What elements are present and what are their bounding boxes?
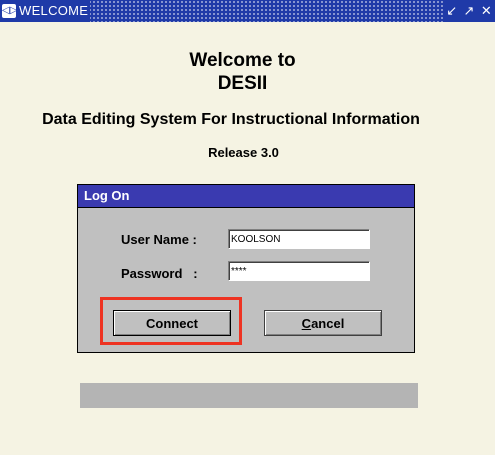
cancel-button[interactable]: Cancel: [264, 310, 382, 336]
logon-dialog-title: Log On: [78, 185, 414, 208]
connect-button[interactable]: Connect: [113, 310, 231, 336]
app-subtitle: Data Editing System For Instructional In…: [42, 111, 420, 128]
close-icon[interactable]: ✕: [479, 3, 493, 19]
status-bar: [80, 383, 418, 408]
welcome-line: Welcome to: [189, 50, 296, 71]
app-icon[interactable]: ◁▷: [2, 4, 17, 18]
username-label: User Name :: [121, 232, 197, 247]
username-input[interactable]: [228, 229, 370, 249]
window-title: WELCOME: [19, 3, 89, 18]
title-bar: ◁▷ WELCOME ↙ ↗ ✕: [0, 0, 495, 22]
minimize-icon[interactable]: ↙: [445, 3, 459, 19]
password-label: Password :: [121, 266, 198, 281]
welcome-heading: Welcome to DESII: [0, 49, 485, 95]
window-controls: ↙ ↗ ✕: [443, 0, 495, 22]
release-label: Release 3.0: [208, 145, 279, 160]
logon-dialog: Log On User Name : Password : Connect Ca…: [77, 184, 415, 353]
maximize-icon[interactable]: ↗: [462, 3, 476, 19]
title-block: ◁▷ WELCOME: [0, 0, 90, 22]
app-name: DESII: [217, 73, 268, 94]
password-input[interactable]: [228, 261, 370, 281]
